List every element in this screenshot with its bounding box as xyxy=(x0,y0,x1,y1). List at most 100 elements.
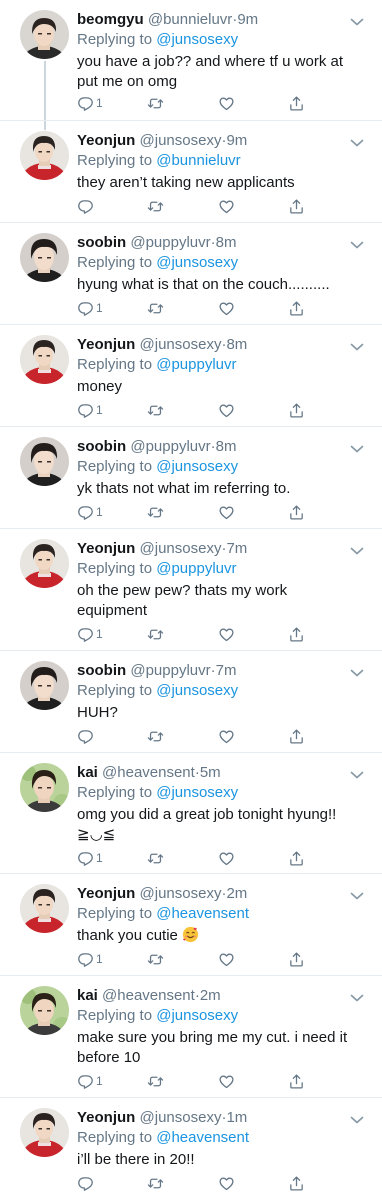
share-button[interactable] xyxy=(288,94,305,112)
display-name[interactable]: Yeonjun xyxy=(77,885,135,902)
retweet-button[interactable] xyxy=(147,94,164,112)
user-handle[interactable]: @puppyluvr xyxy=(130,438,210,455)
display-name[interactable]: beomgyu xyxy=(77,11,144,28)
user-handle[interactable]: @junsosexy xyxy=(140,885,222,902)
mention-link[interactable]: @junsosexy xyxy=(156,31,238,48)
reply-button[interactable]: 1 xyxy=(77,401,103,419)
like-button[interactable] xyxy=(218,1072,235,1090)
timestamp[interactable]: 9m xyxy=(226,132,247,149)
chevron-down-icon[interactable] xyxy=(350,339,364,351)
share-button[interactable] xyxy=(288,1072,305,1090)
user-handle[interactable]: @junsosexy xyxy=(140,132,222,149)
retweet-button[interactable] xyxy=(147,503,164,521)
mention-link[interactable]: @junsosexy xyxy=(156,784,238,801)
reply-button[interactable] xyxy=(77,727,96,745)
chevron-down-icon[interactable] xyxy=(350,767,364,779)
like-button[interactable] xyxy=(218,727,235,745)
avatar[interactable] xyxy=(20,986,69,1035)
user-handle[interactable]: @bunnieluvr xyxy=(148,11,232,28)
chevron-down-icon[interactable] xyxy=(350,665,364,677)
timestamp[interactable]: 7m xyxy=(226,540,247,557)
chevron-down-icon[interactable] xyxy=(350,441,364,453)
like-button[interactable] xyxy=(218,1174,235,1192)
avatar[interactable] xyxy=(20,763,69,812)
avatar[interactable] xyxy=(20,437,69,486)
avatar[interactable] xyxy=(20,1108,69,1157)
avatar[interactable] xyxy=(20,233,69,282)
user-handle[interactable]: @junsosexy xyxy=(140,336,222,353)
share-button[interactable] xyxy=(288,197,305,215)
retweet-button[interactable] xyxy=(147,1072,164,1090)
timestamp[interactable]: 8m xyxy=(216,234,237,251)
chevron-down-icon[interactable] xyxy=(350,135,364,147)
timestamp[interactable]: 8m xyxy=(216,438,237,455)
mention-link[interactable]: @bunnieluvr xyxy=(156,152,240,169)
display-name[interactable]: soobin xyxy=(77,662,126,679)
share-button[interactable] xyxy=(288,401,305,419)
reply-button[interactable]: 1 xyxy=(77,94,103,112)
timestamp[interactable]: 7m xyxy=(216,662,237,679)
reply-button[interactable]: 1 xyxy=(77,950,103,968)
chevron-down-icon[interactable] xyxy=(350,543,364,555)
mention-link[interactable]: @junsosexy xyxy=(156,682,238,699)
reply-button[interactable]: 1 xyxy=(77,503,103,521)
share-button[interactable] xyxy=(288,625,305,643)
avatar[interactable] xyxy=(20,335,69,384)
display-name[interactable]: Yeonjun xyxy=(77,540,135,557)
mention-link[interactable]: @junsosexy xyxy=(156,458,238,475)
mention-link[interactable]: @junsosexy xyxy=(156,254,238,271)
retweet-button[interactable] xyxy=(147,625,164,643)
like-button[interactable] xyxy=(218,94,235,112)
like-button[interactable] xyxy=(218,299,235,317)
user-handle[interactable]: @puppyluvr xyxy=(130,662,210,679)
retweet-button[interactable] xyxy=(147,401,164,419)
reply-button[interactable]: 1 xyxy=(77,299,103,317)
timestamp[interactable]: 2m xyxy=(226,885,247,902)
like-button[interactable] xyxy=(218,401,235,419)
like-button[interactable] xyxy=(218,849,235,867)
like-button[interactable] xyxy=(218,197,235,215)
reply-button[interactable]: 1 xyxy=(77,625,103,643)
chevron-down-icon[interactable] xyxy=(350,1112,364,1124)
timestamp[interactable]: 8m xyxy=(226,336,247,353)
share-button[interactable] xyxy=(288,299,305,317)
retweet-button[interactable] xyxy=(147,299,164,317)
mention-link[interactable]: @puppyluvr xyxy=(156,560,236,577)
retweet-button[interactable] xyxy=(147,950,164,968)
like-button[interactable] xyxy=(218,503,235,521)
chevron-down-icon[interactable] xyxy=(350,237,364,249)
retweet-button[interactable] xyxy=(147,727,164,745)
timestamp[interactable]: 1m xyxy=(226,1109,247,1126)
mention-link[interactable]: @heavensent xyxy=(156,905,249,922)
mention-link[interactable]: @puppyluvr xyxy=(156,356,236,373)
avatar[interactable] xyxy=(20,884,69,933)
display-name[interactable]: Yeonjun xyxy=(77,132,135,149)
like-button[interactable] xyxy=(218,625,235,643)
reply-button[interactable]: 1 xyxy=(77,1072,103,1090)
user-handle[interactable]: @heavensent xyxy=(102,987,195,1004)
chevron-down-icon[interactable] xyxy=(350,14,364,26)
user-handle[interactable]: @heavensent xyxy=(102,764,195,781)
like-button[interactable] xyxy=(218,950,235,968)
reply-button[interactable]: 1 xyxy=(77,849,103,867)
display-name[interactable]: soobin xyxy=(77,234,126,251)
chevron-down-icon[interactable] xyxy=(350,990,364,1002)
retweet-button[interactable] xyxy=(147,849,164,867)
share-button[interactable] xyxy=(288,1174,305,1192)
timestamp[interactable]: 9m xyxy=(237,11,258,28)
share-button[interactable] xyxy=(288,727,305,745)
avatar[interactable] xyxy=(20,539,69,588)
reply-button[interactable] xyxy=(77,1174,96,1192)
mention-link[interactable]: @junsosexy xyxy=(156,1007,238,1024)
chevron-down-icon[interactable] xyxy=(350,888,364,900)
avatar[interactable] xyxy=(20,131,69,180)
mention-link[interactable]: @heavensent xyxy=(156,1129,249,1146)
user-handle[interactable]: @junsosexy xyxy=(140,1109,222,1126)
display-name[interactable]: Yeonjun xyxy=(77,1109,135,1126)
user-handle[interactable]: @junsosexy xyxy=(140,540,222,557)
display-name[interactable]: Yeonjun xyxy=(77,336,135,353)
avatar[interactable] xyxy=(20,10,69,59)
timestamp[interactable]: 2m xyxy=(200,987,221,1004)
share-button[interactable] xyxy=(288,503,305,521)
display-name[interactable]: kai xyxy=(77,987,98,1004)
